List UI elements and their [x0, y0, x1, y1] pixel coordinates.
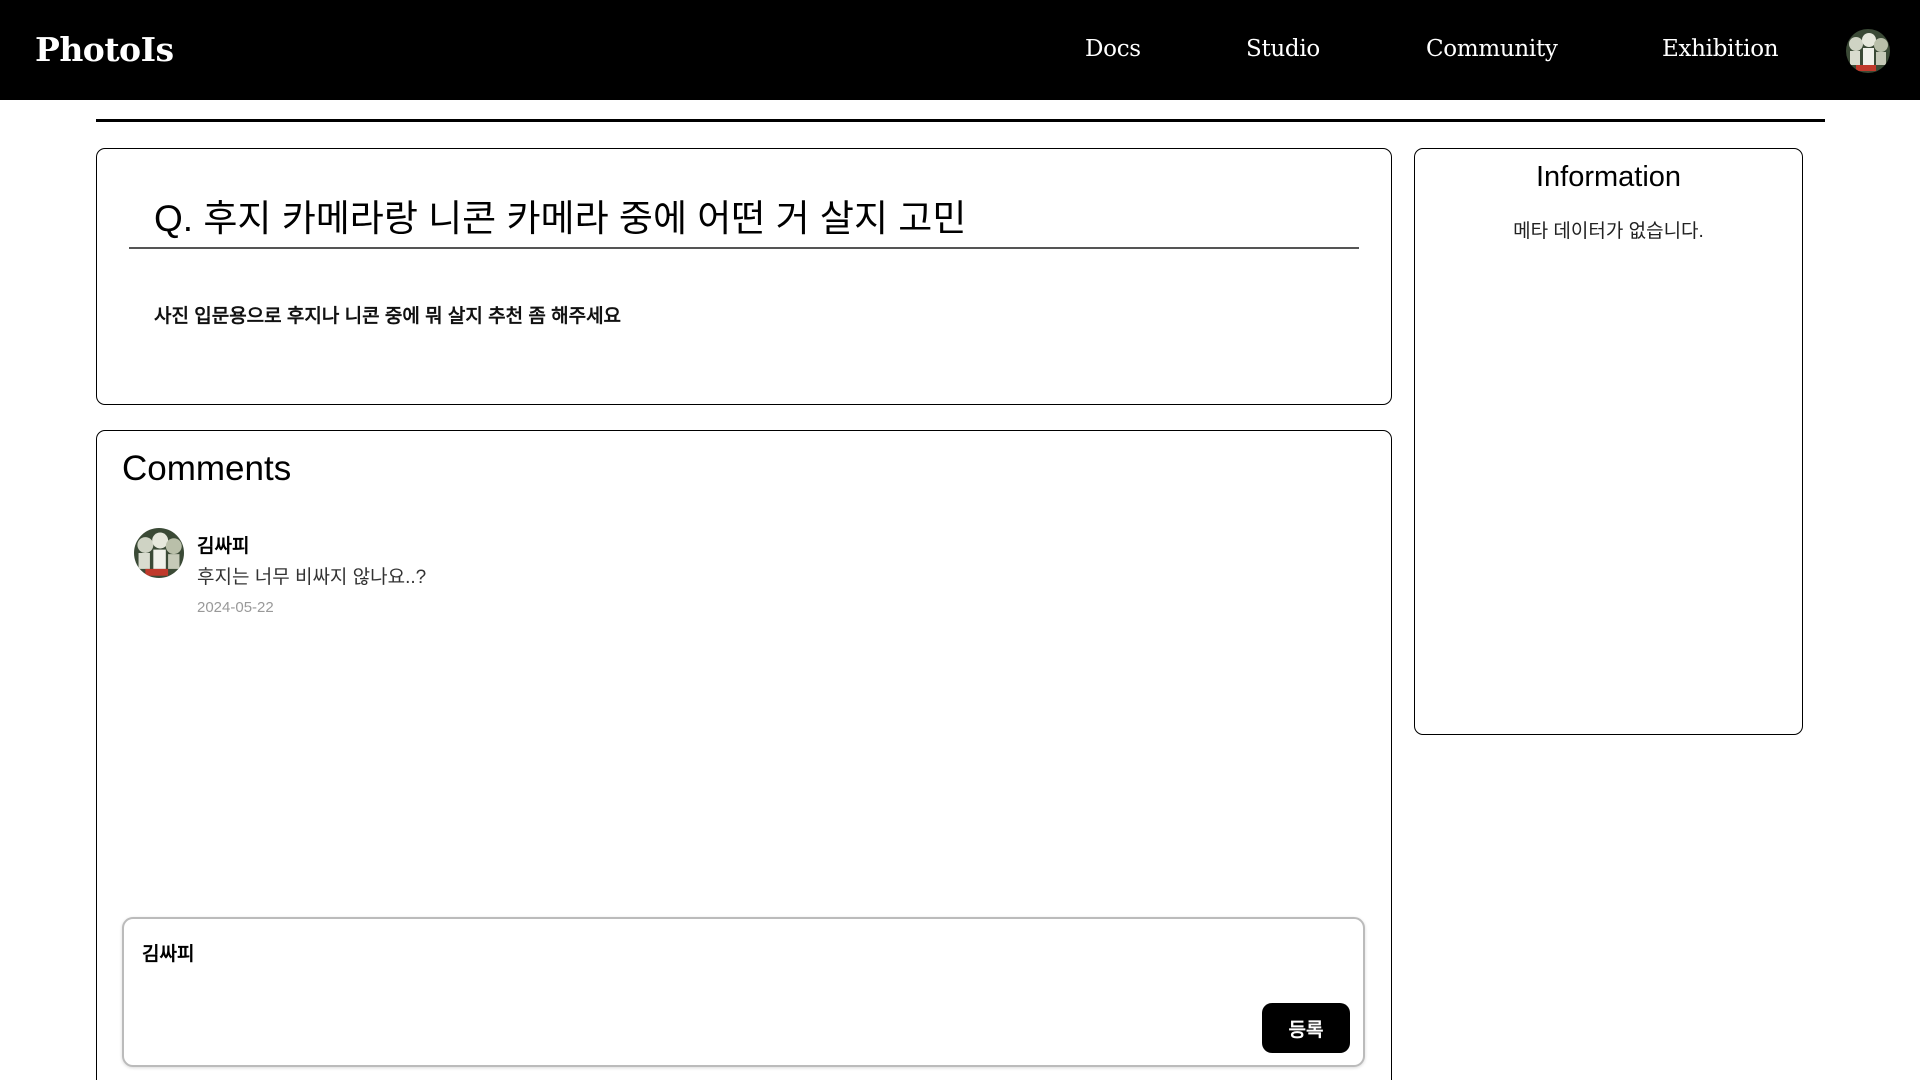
comments-card: Comments 김싸피 후지는 너무 비싸지 않나요..? 2024-05-2…	[96, 430, 1392, 1080]
comments-heading: Comments	[122, 449, 292, 488]
comment-avatar-photo-icon	[134, 528, 184, 578]
information-card: Information 메타 데이터가 없습니다.	[1414, 148, 1803, 735]
nav-exhibition-link[interactable]: Exhibition	[1662, 36, 1779, 62]
comment-author: 김싸피	[197, 536, 250, 557]
question-card: Q. 후지 카메라랑 니콘 카메라 중에 어떤 거 살지 고민 사진 입문용으로…	[96, 148, 1392, 405]
user-avatar-photo-icon	[1846, 29, 1890, 73]
comment-input-field[interactable]	[142, 969, 1222, 1049]
nav-studio-link[interactable]: Studio	[1246, 36, 1320, 62]
information-title: Information	[1535, 161, 1682, 193]
nav-community-link[interactable]: Community	[1426, 36, 1558, 62]
comment-input-box: 김싸피 등록	[122, 917, 1365, 1067]
comment-text: 후지는 너무 비싸지 않나요..?	[197, 567, 427, 588]
nav-docs-link[interactable]: Docs	[1085, 36, 1141, 62]
comment-input-author: 김싸피	[142, 944, 195, 965]
question-title-rule	[129, 247, 1359, 249]
comment-submit-button[interactable]: 등록	[1262, 1003, 1350, 1053]
question-title: Q. 후지 카메라랑 니콘 카메라 중에 어떤 거 살지 고민	[154, 198, 967, 239]
comment-date: 2024-05-22	[197, 599, 274, 616]
comment-avatar	[134, 528, 184, 578]
top-navbar: PhotoIs Docs Studio Community Exhibition	[0, 0, 1920, 100]
user-avatar[interactable]	[1846, 29, 1890, 73]
information-text: 메타 데이터가 없습니다.	[1513, 221, 1704, 242]
site-logo[interactable]: PhotoIs	[35, 30, 174, 69]
header-divider	[96, 119, 1825, 122]
question-body: 사진 입문용으로 후지나 니콘 중에 뭐 살지 추천 좀 해주세요	[154, 306, 622, 327]
